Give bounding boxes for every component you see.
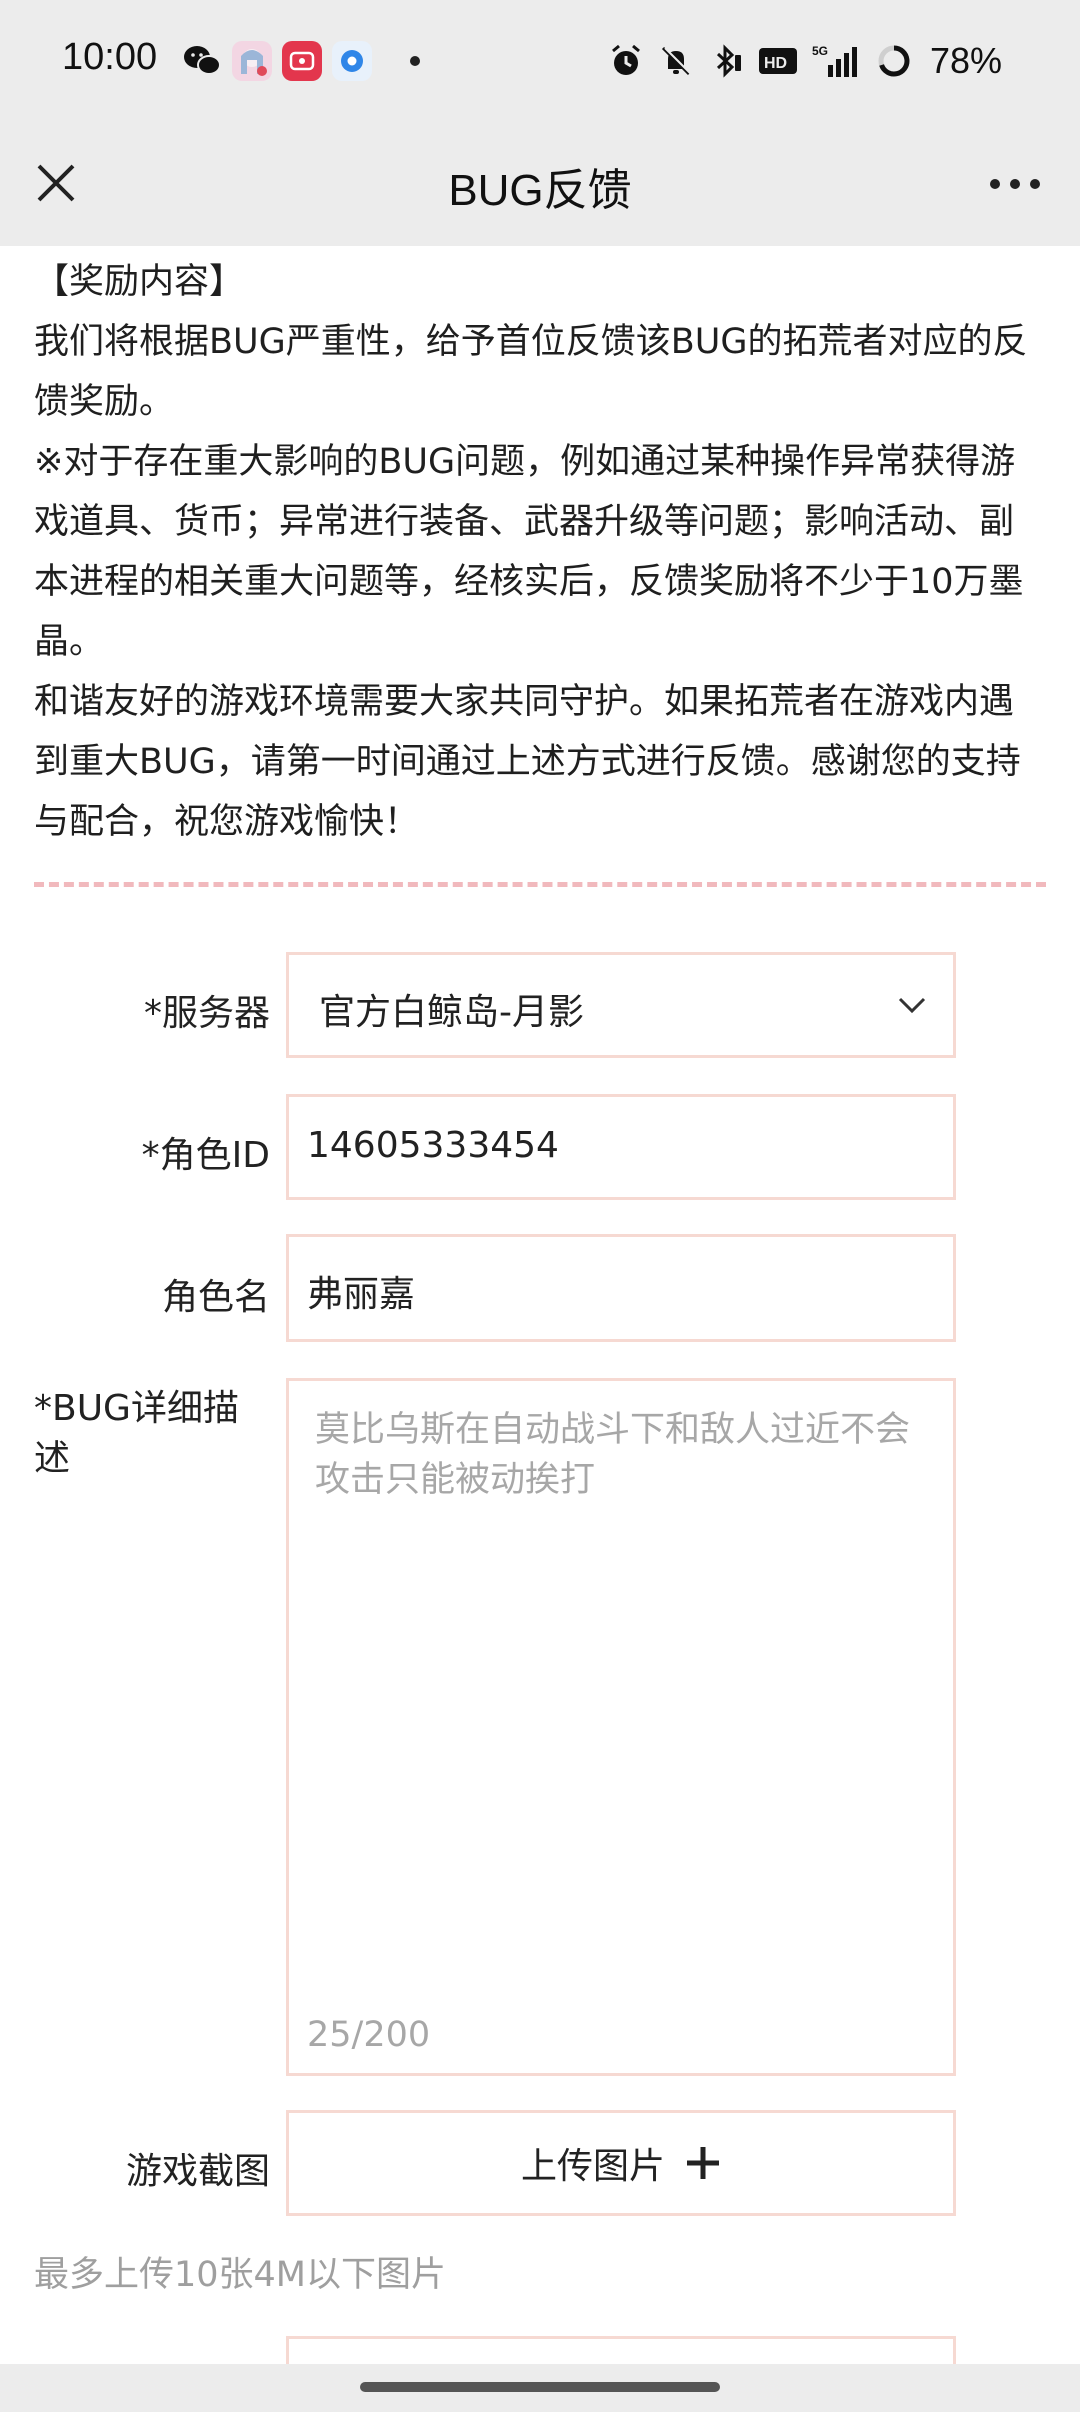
status-bar: 10:00 HD 5G 78% [0,0,1080,124]
more-dot [1010,179,1020,189]
server-select[interactable]: 官方白鲸岛-月影 [286,952,956,1058]
browser-app-icon [332,41,372,81]
role-id-value: 14605333454 [307,1125,559,1166]
bug-description-label: *BUG详细描述 [34,1388,239,1479]
gesture-bar [0,2364,1080,2412]
bug-description-textarea[interactable]: 莫比乌斯在自动战斗下和敌人过近不会攻击只能被动挨打 25/200 [286,1378,956,2076]
reward-paragraph: ※对于存在重大影响的BUG问题，例如通过某种操作异常获得游戏道具、货币；异常进行… [34,442,1024,662]
role-name-input[interactable]: 弗丽嘉 [286,1234,956,1342]
battery-percent: 78% [929,40,1002,81]
plus-icon [687,2147,719,2179]
battery-ring-icon [878,45,910,77]
wechat-icon [182,41,222,81]
page-title: BUG反馈 [448,166,632,215]
role-id-input[interactable]: 14605333454 [286,1094,956,1200]
nav-bar: BUG反馈 [0,124,1080,246]
reward-info: 【奖励内容】 我们将根据BUG严重性，给予首位反馈该BUG的拓荒者对应的反馈奖励… [34,252,1044,852]
bug-description-placeholder: 莫比乌斯在自动战斗下和敌人过近不会攻击只能被动挨打 [315,1410,911,1500]
role-name-value: 弗丽嘉 [307,1274,416,1315]
mute-icon [661,46,692,76]
upload-image-button[interactable]: 上传图片 [286,2110,956,2216]
svg-text:5G: 5G [812,44,828,58]
svg-text:HD: HD [764,55,787,72]
more-menu-button[interactable] [980,164,1050,204]
character-counter: 25/200 [307,2015,431,2055]
upload-label: 上传图片 [520,2146,665,2187]
reward-heading: 【奖励内容】 [34,262,245,302]
5g-signal-icon: 5G [812,44,857,77]
bluetooth-icon [716,44,741,78]
more-notifications-dot [410,56,420,66]
server-label: *服务器 [143,993,270,1034]
screenshot-label: 游戏截图 [125,2151,270,2192]
reward-paragraph: 我们将根据BUG严重性，给予首位反馈该BUG的拓荒者对应的反馈奖励。 [34,322,1028,422]
system-icons: HD 5G 78% [608,38,1002,84]
reward-paragraph: 和谐友好的游戏环境需要大家共同守护。如果拓荒者在游戏内遇到重大BUG，请第一时间… [34,682,1021,842]
status-time: 10:00 [62,36,158,78]
more-dot [990,179,1000,189]
page: 10:00 HD 5G 78% BUG反馈 【奖励内容】 我们将根据BUG严重性… [0,0,1080,2412]
video-app-icon [282,41,322,81]
alarm-icon [611,44,640,75]
more-dot [1030,179,1040,189]
anime-app-icon [232,41,272,81]
server-value: 官方白鲸岛-月影 [319,992,584,1033]
notification-icons [182,38,420,84]
upload-hint: 最多上传10张4M以下图片 [34,2255,447,2295]
hd-icon: HD [758,48,797,74]
chevron-down-icon [898,997,926,1014]
role-name-label: 角色名 [161,1277,270,1318]
home-indicator[interactable] [360,2382,720,2392]
section-divider [34,882,1046,887]
role-id-label: *角色ID [141,1135,270,1176]
